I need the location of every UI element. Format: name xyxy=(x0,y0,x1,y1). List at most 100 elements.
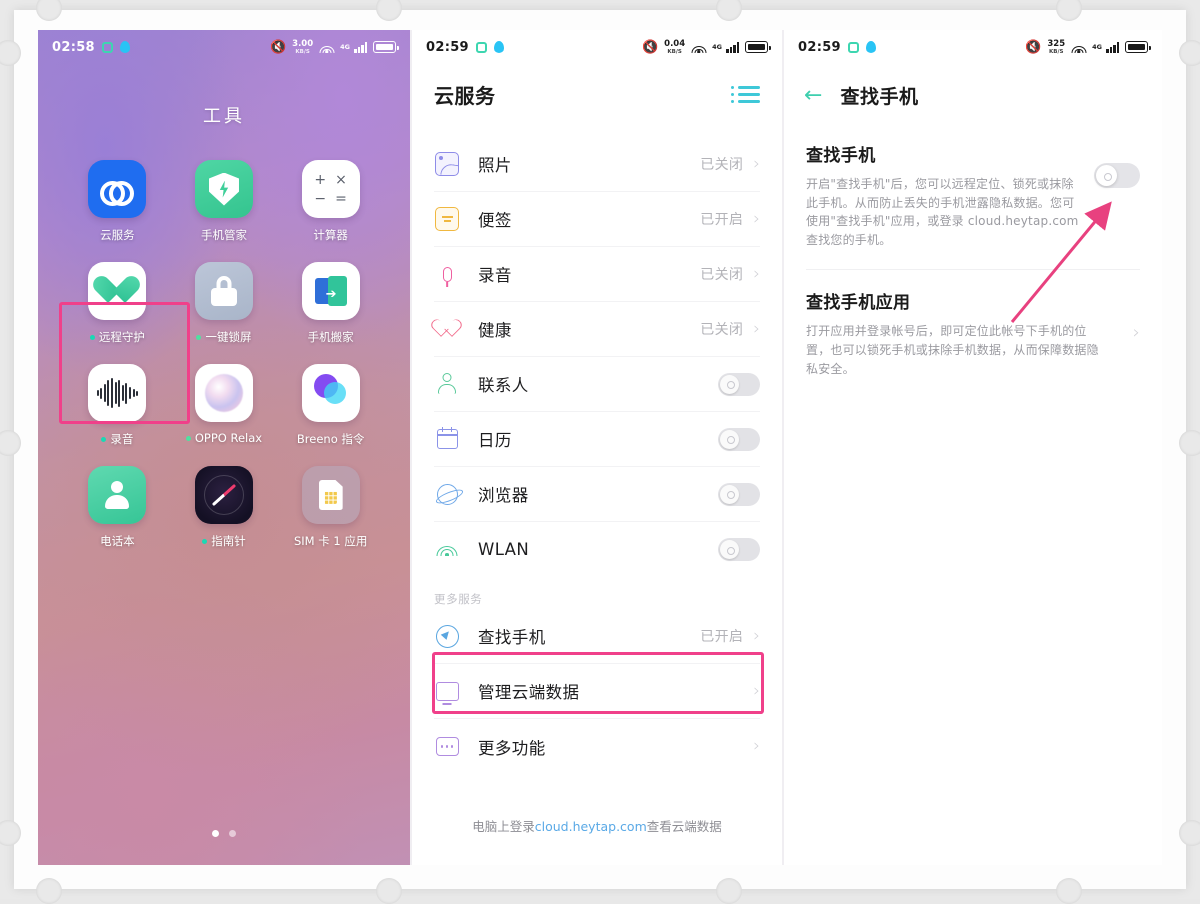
network-speed: 3.00KB/S xyxy=(292,40,313,55)
toggle-find-phone[interactable] xyxy=(1094,163,1140,188)
frame-notch xyxy=(716,878,742,904)
list-item-browser[interactable]: 浏览器 xyxy=(434,467,760,522)
app-label: 电话本 xyxy=(100,533,135,549)
more-dots-icon xyxy=(434,734,460,760)
frame-notch xyxy=(1179,820,1200,846)
cloud-service-icon xyxy=(88,160,146,218)
water-drop-icon xyxy=(866,41,876,53)
section-heading: 查找手机应用 xyxy=(806,288,1111,313)
partially-scrolled-row xyxy=(434,119,760,137)
signal-label: 4G xyxy=(340,44,350,51)
app-label-text: 远程守护 xyxy=(99,329,145,345)
chevron-right-icon: › xyxy=(753,266,760,283)
app-oppo-relax[interactable]: OPPO Relax xyxy=(171,364,278,447)
list-item-wlan[interactable]: WLAN xyxy=(434,522,760,577)
page-dot-active[interactable] xyxy=(212,830,219,837)
list-item-notes[interactable]: 便签 已开启 › xyxy=(434,192,760,247)
list-item-more-features[interactable]: 更多功能 › xyxy=(434,719,760,774)
folder-title: 工具 xyxy=(38,102,410,128)
app-grid: 云服务 手机管家 +×−= 计算器 远程守护 xyxy=(38,160,410,549)
status-bar: 02:58 🔇 3.00KB/S 4G xyxy=(38,30,410,64)
frame-notch xyxy=(1179,430,1200,456)
battery-icon xyxy=(373,41,396,53)
battery-icon xyxy=(1125,41,1148,53)
app-phone-clone[interactable]: ➔ 手机搬家 xyxy=(277,262,384,345)
app-recorder[interactable]: 录音 xyxy=(64,364,171,447)
list-menu-icon[interactable] xyxy=(731,86,760,103)
screenshot-indicator-icon xyxy=(476,42,487,53)
phone-screen-find-phone: 02:59 🔇 325KB/S 4G ← 查找手机 xyxy=(782,30,1162,865)
wifi-icon xyxy=(691,41,706,53)
app-phone-manager[interactable]: 手机管家 xyxy=(171,160,278,243)
signal-bars-icon xyxy=(354,42,367,53)
chevron-right-icon: › xyxy=(753,628,760,645)
service-list: 照片 已关闭 › 便签 已开启 › 录音 已关闭 › 健康 已关闭 › xyxy=(412,137,782,577)
app-label: 手机管家 xyxy=(201,227,247,243)
list-item-manage-cloud-data[interactable]: 管理云端数据 › xyxy=(434,664,760,719)
list-item-find-phone[interactable]: 查找手机 已开启 › xyxy=(434,609,760,664)
chevron-right-icon: › xyxy=(1133,324,1140,342)
app-compass[interactable]: 指南针 xyxy=(171,466,278,549)
calendar-icon xyxy=(434,426,460,452)
list-item-health[interactable]: 健康 已关闭 › xyxy=(434,302,760,357)
photo-icon xyxy=(434,151,460,177)
network-speed: 0.04KB/S xyxy=(664,40,685,55)
find-phone-app-section[interactable]: 查找手机应用 打开应用并登录帐号后，即可定位此帐号下手机的位置，也可以锁死手机或… xyxy=(784,270,1162,398)
list-item-value: 已关闭 xyxy=(700,264,743,284)
list-item-label: 照片 xyxy=(478,152,512,176)
recorder-waveform-icon xyxy=(88,364,146,422)
list-item-label: 录音 xyxy=(478,262,512,286)
list-item-recordings[interactable]: 录音 已关闭 › xyxy=(434,247,760,302)
signal-bars-icon xyxy=(726,42,739,53)
status-time: 02:59 xyxy=(798,40,841,55)
status-time: 02:58 xyxy=(52,40,95,55)
phone-screen-cloud-services: 02:59 🔇 0.04KB/S 4G 云服务 xyxy=(410,30,782,865)
list-item-label: 浏览器 xyxy=(478,482,529,506)
status-bar: 02:59 🔇 0.04KB/S 4G xyxy=(412,30,782,64)
app-label: 指南针 xyxy=(202,533,246,549)
list-item-label: 查找手机 xyxy=(478,624,546,648)
note-icon xyxy=(434,206,460,232)
app-label: 计算器 xyxy=(313,227,348,243)
mute-icon: 🔇 xyxy=(270,41,286,54)
app-label-text: 一键锁屏 xyxy=(205,329,251,345)
app-label-text: 录音 xyxy=(110,431,133,447)
frame-notch xyxy=(1056,878,1082,904)
app-label: 录音 xyxy=(101,431,133,447)
chevron-right-icon: › xyxy=(753,321,760,338)
app-sim1-toolkit[interactable]: SIM 卡 1 应用 xyxy=(277,466,384,549)
status-time: 02:59 xyxy=(426,40,469,55)
toggle-calendar[interactable] xyxy=(718,428,760,451)
wifi-icon xyxy=(319,41,334,53)
toggle-browser[interactable] xyxy=(718,483,760,506)
water-drop-icon xyxy=(120,41,130,53)
list-item-value: 已开启 xyxy=(700,209,743,229)
contacts-icon xyxy=(434,371,460,397)
screenshot-strip: 02:58 🔇 3.00KB/S 4G 工具 云服务 xyxy=(38,30,1162,865)
page-dot[interactable] xyxy=(229,830,236,837)
list-item-label: 便签 xyxy=(478,207,512,231)
find-phone-section: 查找手机 开启"查找手机"后，您可以远程定位、锁死或抹除此手机。从而防止丢失的手… xyxy=(784,115,1162,269)
list-item-contacts[interactable]: 联系人 xyxy=(434,357,760,412)
app-remote-guard[interactable]: 远程守护 xyxy=(64,262,171,345)
toggle-wlan[interactable] xyxy=(718,538,760,561)
app-lock-screen[interactable]: 一键锁屏 xyxy=(171,262,278,345)
oppo-relax-orb-icon xyxy=(195,364,253,422)
list-item-label: 更多功能 xyxy=(478,735,546,759)
app-contacts-book[interactable]: 电话本 xyxy=(64,466,171,549)
toggle-contacts[interactable] xyxy=(718,373,760,396)
cloud-heytap-link[interactable]: cloud.heytap.com xyxy=(535,819,647,834)
lock-screen-padlock-icon xyxy=(195,262,253,320)
page-title: 云服务 xyxy=(434,80,496,109)
health-heart-icon xyxy=(434,316,460,342)
list-item-photos[interactable]: 照片 已关闭 › xyxy=(434,137,760,192)
footer-pre-text: 电脑上登录 xyxy=(472,819,535,834)
phone-clone-icon: ➔ xyxy=(302,262,360,320)
monitor-icon xyxy=(434,678,460,704)
app-cloud-service[interactable]: 云服务 xyxy=(64,160,171,243)
app-breeno-commands[interactable]: Breeno 指令 xyxy=(277,364,384,447)
back-arrow-icon[interactable]: ← xyxy=(804,85,822,107)
app-calculator[interactable]: +×−= 计算器 xyxy=(277,160,384,243)
page-indicator xyxy=(38,830,410,837)
list-item-calendar[interactable]: 日历 xyxy=(434,412,760,467)
